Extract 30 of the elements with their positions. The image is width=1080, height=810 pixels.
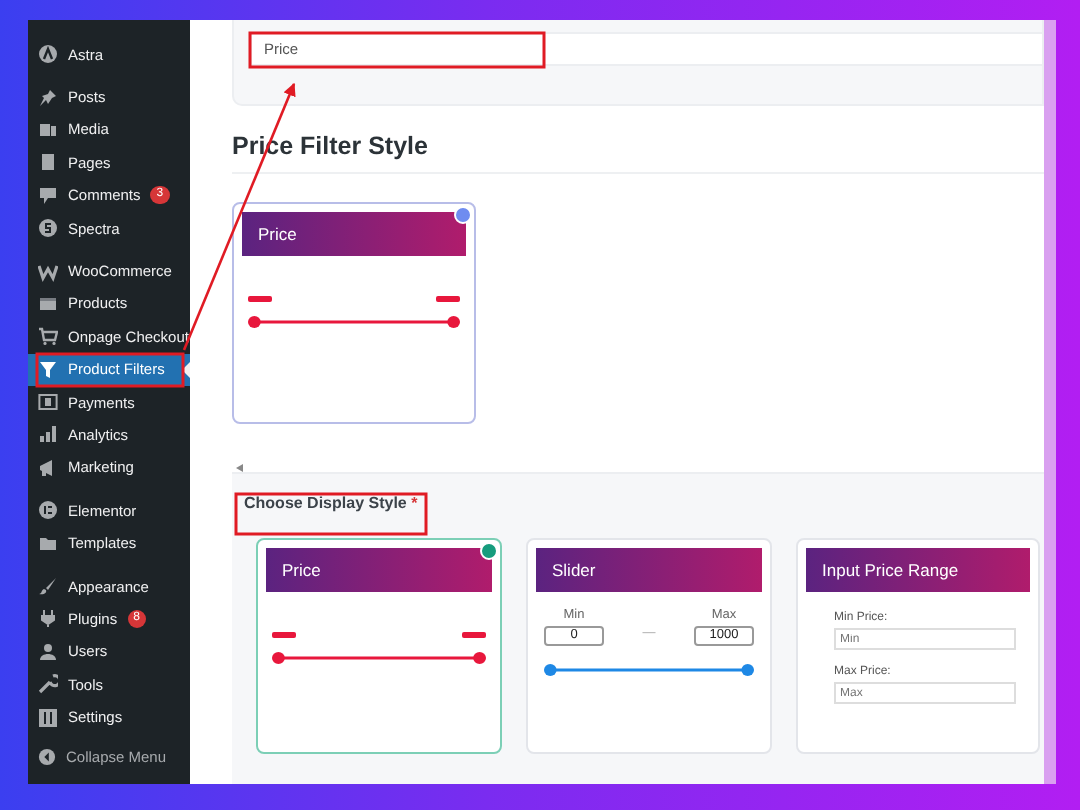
logo-circle-icon: [38, 44, 58, 65]
w-letter-icon: [38, 261, 58, 282]
box-icon: [38, 293, 58, 314]
person-icon: [38, 641, 58, 662]
brush-icon: [38, 576, 58, 597]
wrench-icon: [38, 674, 58, 695]
megaphone-icon: [38, 457, 58, 478]
card-header: Input Price Range: [806, 548, 1030, 592]
plug-icon: [38, 608, 58, 629]
filter-style-card[interactable]: Price: [232, 202, 476, 424]
pages-icon: [38, 152, 58, 173]
collapse-icon: [38, 748, 56, 767]
media-icon: [38, 119, 58, 140]
funnel-icon: [38, 359, 58, 380]
pin-icon: [38, 87, 58, 108]
logo-circle-icon: [38, 218, 58, 239]
folder-icon: [38, 533, 58, 554]
bar-chart-icon: [38, 424, 58, 445]
selected-dot: [454, 206, 472, 224]
card-header: Slider: [536, 548, 762, 592]
cart-icon: [38, 326, 58, 347]
sliders-icon: [38, 707, 58, 728]
field-label: Choose Display Style *: [244, 494, 420, 512]
speech-bubble-icon: [38, 185, 58, 206]
card-header: Price: [242, 212, 466, 256]
selected-dot: [480, 542, 498, 560]
logo-circle-icon: [38, 500, 58, 521]
card-header: Price: [266, 548, 492, 592]
filter-style-card[interactable]: Price: [256, 538, 502, 754]
collapse-arrow-icon[interactable]: [236, 464, 244, 472]
